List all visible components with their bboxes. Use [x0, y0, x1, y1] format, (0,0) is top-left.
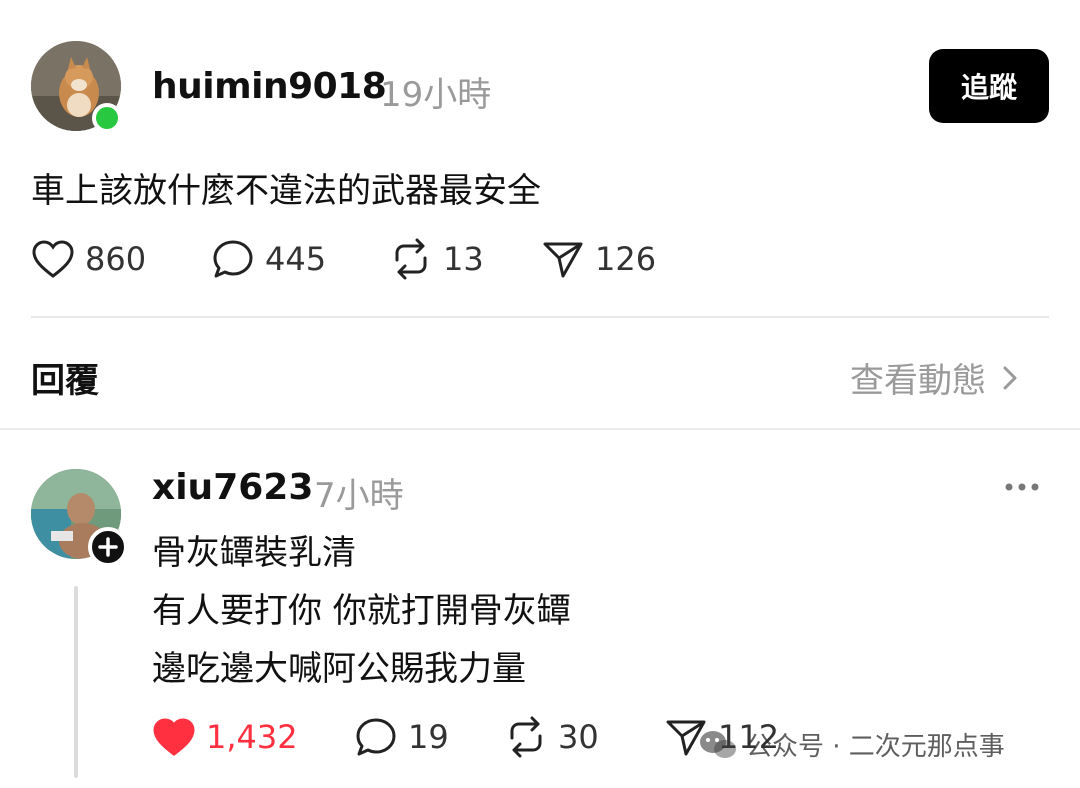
reply-comment-button[interactable]: 19	[354, 716, 504, 758]
reply-like-count: 1,432	[206, 718, 298, 756]
repost-count: 13	[443, 240, 484, 278]
comment-count: 445	[265, 240, 327, 278]
plus-icon	[98, 537, 118, 557]
follow-plus-badge[interactable]	[88, 527, 128, 567]
share-icon	[543, 242, 583, 278]
chevron-right-icon	[1003, 366, 1017, 389]
replies-heading: 回覆	[31, 361, 99, 401]
post-text: 車上該放什麼不違法的武器最安全	[31, 171, 541, 211]
view-activity-link[interactable]: 查看動態	[850, 353, 1020, 402]
comment-icon	[213, 240, 253, 278]
heart-icon	[153, 718, 195, 756]
reply-username[interactable]: xiu7623	[152, 467, 313, 508]
reply-text-line: 骨灰罈裝乳清	[152, 533, 356, 573]
like-button[interactable]: 860	[31, 239, 211, 279]
reply-text-line: 邊吃邊大喊阿公賜我力量	[152, 649, 526, 689]
reply-repost-button[interactable]: 30	[504, 716, 664, 758]
comment-icon	[356, 718, 396, 756]
watermark: 公众号 · 二次元那点事	[698, 726, 1005, 763]
original-post: huimin9018 19小時 追蹤 車上該放什麼不違法的武器最安全 860 4…	[0, 0, 1080, 316]
repost-icon	[510, 716, 542, 758]
post-time: 19小時	[380, 75, 492, 115]
reply-text-line: 有人要打你 你就打開骨灰罈	[152, 591, 571, 631]
wechat-icon	[700, 730, 736, 758]
reply-comment-count: 19	[408, 718, 449, 756]
online-status-dot	[92, 103, 122, 133]
post-username[interactable]: huimin9018	[152, 66, 387, 107]
reply-like-button[interactable]: 1,432	[152, 717, 354, 757]
comment-button[interactable]: 445	[211, 238, 389, 280]
repost-button[interactable]: 13	[389, 238, 541, 280]
follow-button[interactable]: 追蹤	[929, 49, 1049, 123]
share-button[interactable]: 126	[541, 238, 656, 280]
share-count: 126	[595, 240, 657, 278]
divider	[31, 316, 1049, 318]
post-actions: 860 445 13 126	[31, 238, 656, 280]
thread-line	[74, 586, 78, 778]
more-icon[interactable]	[1004, 480, 1040, 494]
like-count: 860	[85, 240, 147, 278]
watermark-text: 公众号 · 二次元那点事	[746, 732, 1005, 762]
reply-repost-count: 30	[558, 718, 599, 756]
section-divider	[0, 428, 1080, 430]
reply-actions: 1,432 19 30 112	[152, 716, 779, 758]
reply-time: 7小時	[314, 476, 404, 516]
view-activity-label: 查看動態	[850, 361, 986, 401]
repost-icon	[395, 238, 427, 280]
heart-icon	[32, 240, 74, 278]
